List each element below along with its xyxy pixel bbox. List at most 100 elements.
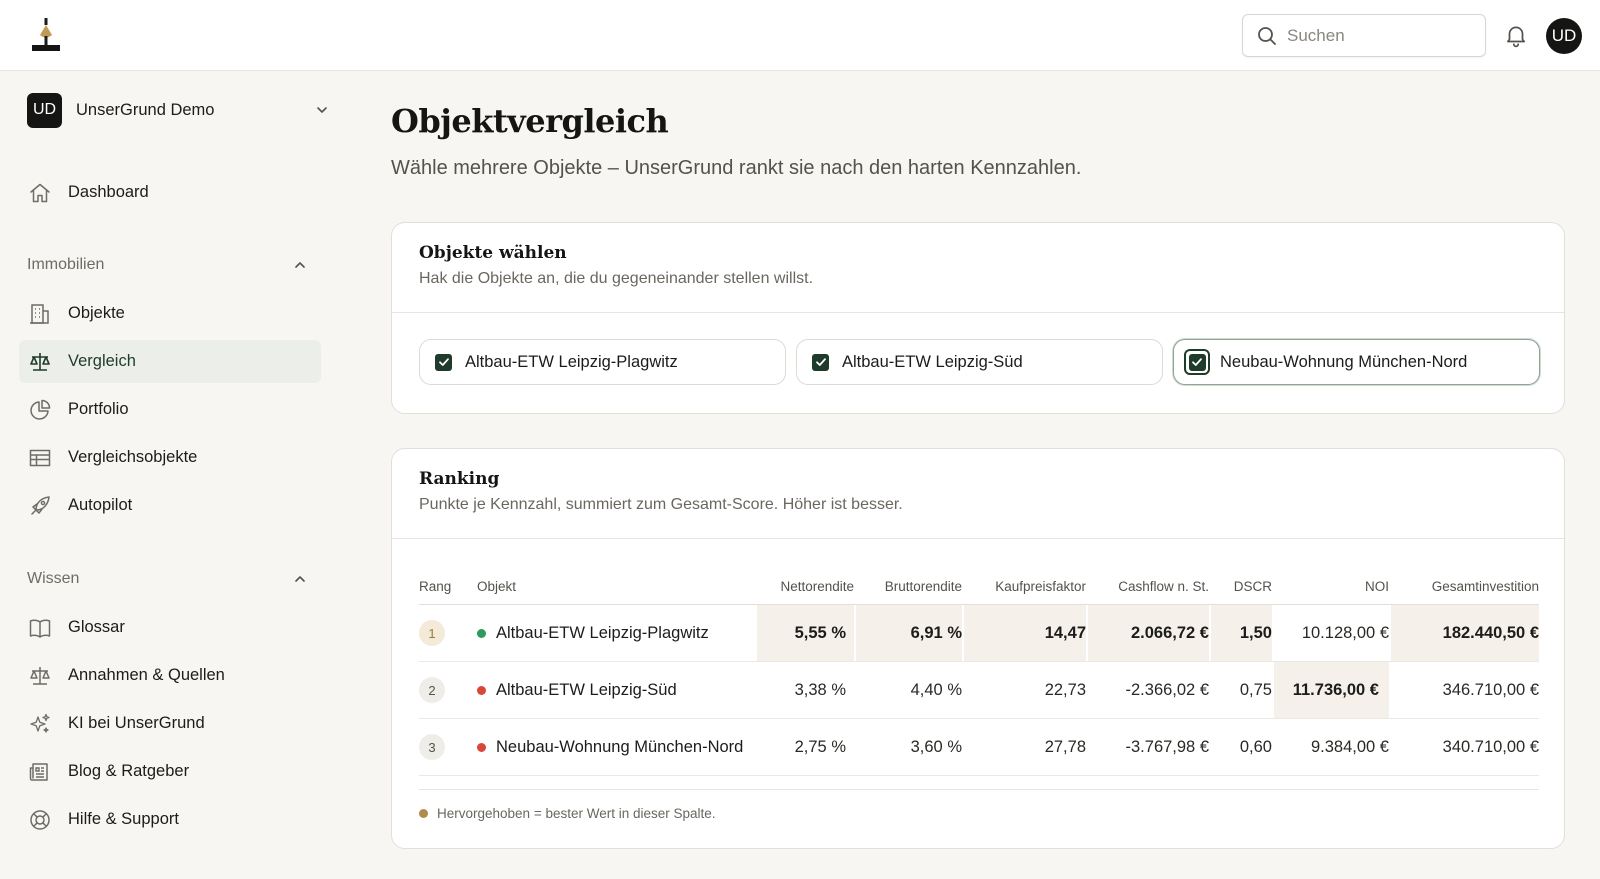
column-header-noi[interactable]: NOI — [1272, 569, 1389, 604]
table-row[interactable]: 1 Altbau-ETW Leipzig-Plagwitz 5,55 % 6,9… — [419, 605, 1539, 662]
newspaper-icon — [28, 760, 52, 784]
value-nettorendite: 2,75 % — [794, 737, 846, 756]
value-dscr: 0,60 — [1239, 737, 1272, 756]
select-objects-card: Objekte wählen Hak die Objekte an, die d… — [391, 222, 1565, 414]
sidebar-item-objekte[interactable]: Objekte — [19, 292, 321, 335]
card-description: Hak die Objekte an, die du gegeneinander… — [419, 270, 814, 287]
status-dot-red — [477, 685, 486, 695]
rank-badge: 2 — [419, 677, 445, 703]
org-switcher[interactable]: UD UnserGrund Demo — [27, 92, 333, 128]
user-avatar[interactable]: UD — [1546, 18, 1582, 54]
sidebar-item-label: Glossar — [68, 618, 125, 636]
building-icon — [28, 302, 52, 326]
scale-icon — [28, 350, 52, 374]
column-header-dscr[interactable]: DSCR — [1209, 569, 1272, 604]
sidebar-item-label: Annahmen & Quellen — [68, 666, 225, 684]
chevron-down-icon — [317, 107, 327, 113]
org-avatar: UD — [27, 92, 62, 128]
checkbox-focus-ring[interactable] — [1184, 349, 1210, 375]
sidebar-item-vergleich[interactable]: Vergleich — [19, 340, 321, 383]
option-label: Neubau-Wohnung München-Nord — [1220, 352, 1468, 371]
sidebar-item-hilfe[interactable]: Hilfe & Support — [19, 798, 321, 841]
value-gesamtinvestition: 182.440,50 € — [1391, 605, 1539, 661]
table-row[interactable]: 2 Altbau-ETW Leipzig-Süd 3,38 % 4,40 % 2… — [419, 662, 1539, 719]
sidebar-item-autopilot[interactable]: Autopilot — [19, 484, 321, 527]
option-label: Altbau-ETW Leipzig-Plagwitz — [465, 352, 678, 371]
status-dot-red — [477, 742, 486, 752]
card-title: Objekte wählen — [419, 243, 567, 263]
column-header-cashflow[interactable]: Cashflow n. St. — [1086, 569, 1209, 604]
card-title: Ranking — [419, 469, 500, 489]
search-input[interactable] — [1287, 23, 1477, 49]
section-wissen-toggle[interactable]: Wissen — [27, 567, 307, 591]
object-name: Altbau-ETW Leipzig-Süd — [496, 680, 677, 699]
object-option-muenchen-nord[interactable]: Neubau-Wohnung München-Nord — [1173, 339, 1540, 385]
home-icon — [28, 181, 52, 205]
column-header-objekt[interactable]: Objekt — [477, 569, 757, 604]
value-kaufpreisfaktor: 14,47 — [964, 605, 1086, 661]
value-dscr: 0,75 — [1239, 680, 1272, 699]
section-label: Immobilien — [27, 256, 105, 273]
search-icon — [1258, 27, 1276, 45]
page-subtitle: Wähle mehrere Objekte – UnserGrund rankt… — [391, 157, 1082, 179]
column-header-rang[interactable]: Rang — [419, 569, 477, 604]
search-box[interactable] — [1242, 14, 1486, 57]
value-cashflow: 2.066,72 € — [1088, 605, 1209, 661]
lamp-logo-icon[interactable] — [30, 18, 62, 52]
value-bruttorendite: 4,40 % — [910, 680, 962, 699]
column-header-kaufpreisfaktor[interactable]: Kaufpreisfaktor — [962, 569, 1086, 604]
sparkles-icon — [28, 712, 52, 736]
value-gesamtinvestition: 340.710,00 € — [1442, 737, 1539, 756]
sidebar-item-ki[interactable]: KI bei UnserGrund — [19, 702, 321, 745]
sidebar-item-glossar[interactable]: Glossar — [19, 606, 321, 649]
object-option-plagwitz[interactable]: Altbau-ETW Leipzig-Plagwitz — [419, 339, 786, 385]
table-row[interactable]: 3 Neubau-Wohnung München-Nord 2,75 % 3,6… — [419, 719, 1539, 776]
top-bar: UD — [0, 0, 1600, 71]
checkbox-checked-icon[interactable] — [812, 353, 829, 371]
legend-dot — [419, 809, 428, 818]
book-icon — [28, 616, 52, 640]
legend-text: Hervorgehoben = bester Wert in dieser Sp… — [437, 806, 716, 821]
sidebar-item-label: Blog & Ratgeber — [68, 762, 190, 780]
object-checkbox-group: Altbau-ETW Leipzig-Plagwitz Altbau-ETW L… — [419, 339, 1540, 385]
table-legend: Hervorgehoben = bester Wert in dieser Sp… — [419, 806, 716, 821]
table-icon — [28, 446, 52, 470]
sidebar-item-annahmen-quellen[interactable]: Annahmen & Quellen — [19, 654, 321, 697]
option-label: Altbau-ETW Leipzig-Süd — [842, 352, 1023, 371]
section-immobilien-toggle[interactable]: Immobilien — [27, 253, 307, 277]
sidebar-item-label: Vergleich — [68, 352, 136, 370]
sidebar-item-label: Vergleichsobjekte — [68, 448, 198, 466]
value-noi: 9.384,00 € — [1311, 737, 1389, 756]
value-noi: 11.736,00 € — [1274, 662, 1389, 718]
sidebar-item-portfolio[interactable]: Portfolio — [19, 388, 321, 431]
column-header-bruttorendite[interactable]: Bruttorendite — [854, 569, 962, 604]
sidebar-item-blog[interactable]: Blog & Ratgeber — [19, 750, 321, 793]
sidebar-item-label: Objekte — [68, 304, 125, 322]
rocket-icon — [28, 494, 52, 518]
section-label: Wissen — [27, 570, 80, 587]
value-kaufpreisfaktor: 22,73 — [1044, 680, 1086, 699]
lifebuoy-icon — [28, 808, 52, 832]
value-bruttorendite: 6,91 % — [856, 605, 962, 661]
bell-icon[interactable] — [1503, 22, 1529, 48]
card-header: Ranking Punkte je Kennzahl, summiert zum… — [392, 449, 1564, 539]
object-option-leipzig-sued[interactable]: Altbau-ETW Leipzig-Süd — [796, 339, 1163, 385]
column-header-gesamtinvestition[interactable]: Gesamtinvestition — [1389, 569, 1539, 604]
org-name: UnserGrund Demo — [76, 100, 215, 119]
object-cell: Neubau-Wohnung München-Nord — [477, 719, 757, 775]
rank-cell: 3 — [419, 719, 477, 775]
table-header-row: Rang Objekt Nettorendite Bruttorendite K… — [419, 569, 1539, 605]
checkbox-checked-icon[interactable] — [435, 353, 452, 371]
chevron-up-icon — [295, 576, 305, 582]
value-cashflow: -2.366,02 € — [1125, 680, 1209, 699]
sidebar: UD UnserGrund Demo Dashboard Immobilien … — [0, 71, 340, 879]
rank-cell: 1 — [419, 605, 477, 661]
sidebar-item-label: KI bei UnserGrund — [68, 714, 205, 732]
column-header-nettorendite[interactable]: Nettorendite — [757, 569, 854, 604]
value-nettorendite: 5,55 % — [757, 605, 854, 661]
sidebar-item-vergleichsobjekte[interactable]: Vergleichsobjekte — [19, 436, 321, 479]
ranking-card: Ranking Punkte je Kennzahl, summiert zum… — [391, 448, 1565, 849]
checkbox-checked-icon — [1188, 353, 1206, 371]
sidebar-item-dashboard[interactable]: Dashboard — [19, 171, 321, 214]
status-dot-green — [477, 628, 486, 638]
